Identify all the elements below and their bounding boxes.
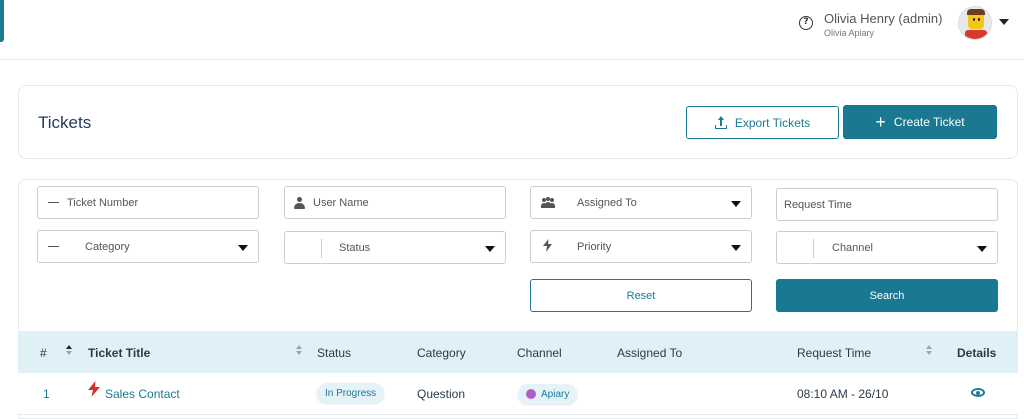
table-header: # Ticket Title Status Category Channel A… [18,331,1018,373]
sort-icon[interactable] [66,345,72,357]
create-ticket-button[interactable]: + Create Ticket [843,105,997,139]
avatar-eye [973,18,975,21]
row-request-time: 08:10 AM - 26/10 [797,387,889,401]
row-number: 1 [43,387,50,401]
chevron-down-icon [238,245,248,251]
avatar-body [965,30,987,39]
sort-icon[interactable] [296,345,302,357]
category-select[interactable]: Category [37,230,259,263]
field-divider [813,239,814,258]
chevron-down-icon [977,246,987,252]
high-priority-bolt-icon [88,381,100,397]
column-header-ticket-title[interactable]: Ticket Title [88,346,150,360]
page-title: Tickets [38,113,92,132]
export-tickets-label: Export Tickets [734,115,811,130]
table-row[interactable]: 1 Sales Contact In Progress Question Api… [18,373,1018,415]
ticket-title-link[interactable]: Sales Contact [105,387,180,401]
sort-icon[interactable] [926,345,932,357]
status-label: Status [339,242,371,254]
channel-select[interactable]: Channel [776,231,998,264]
column-header-details: Details [957,346,997,360]
status-badge: In Progress [317,383,385,403]
sidebar-toggle[interactable] [0,0,4,42]
avatar-eye [978,18,980,21]
help-icon[interactable]: ? [799,16,813,30]
field-divider [321,239,322,258]
status-select[interactable]: Status [284,231,506,264]
priority-label: Priority [577,241,612,253]
user-name-input[interactable]: User Name [284,186,506,219]
assigned-to-select[interactable]: Assigned To [530,186,752,219]
plus-icon: + [875,112,886,132]
priority-select[interactable]: Priority [530,230,752,263]
category-label: Category [85,241,130,253]
user-menu-caret-icon[interactable] [999,19,1009,25]
channel-label: Channel [832,242,873,254]
column-header-request-time[interactable]: Request Time [797,346,871,360]
channel-badge-label: Apiary [541,388,570,400]
search-button[interactable]: Search [776,279,998,312]
chevron-down-icon [731,245,741,251]
upload-icon [714,115,727,129]
assigned-to-label: Assigned To [577,197,637,209]
row-category: Question [417,387,466,401]
eye-icon[interactable] [971,388,985,397]
chevron-down-icon [731,201,741,207]
bolt-icon [543,239,552,255]
user-organization: Olivia Apiary [824,28,875,38]
export-tickets-button[interactable]: Export Tickets [686,106,839,139]
top-bar: ? Olivia Henry (admin) Olivia Apiary [0,0,1024,60]
request-time-placeholder: Request Time [784,199,852,211]
request-time-input[interactable]: Request Time [776,188,998,221]
ticket-number-input[interactable]: Ticket Number [37,186,259,219]
ticket-number-placeholder: Ticket Number [67,197,139,209]
avatar-hair [967,9,985,15]
user-name-placeholder: User Name [313,197,369,209]
user-name: Olivia Henry (admin) [824,11,943,26]
chevron-down-icon [485,246,495,252]
create-ticket-label: Create Ticket [893,115,965,129]
column-header-assigned-to: Assigned To [617,346,683,360]
reset-button[interactable]: Reset [530,279,752,312]
avatar[interactable] [958,6,992,40]
status-badge-label: In Progress [325,387,377,399]
column-header-channel: Channel [517,346,562,360]
column-header-number: # [40,346,47,360]
column-header-category: Category [417,346,466,360]
globe-icon [526,389,536,399]
column-header-status: Status [317,346,352,360]
channel-badge: Apiary [518,384,578,404]
